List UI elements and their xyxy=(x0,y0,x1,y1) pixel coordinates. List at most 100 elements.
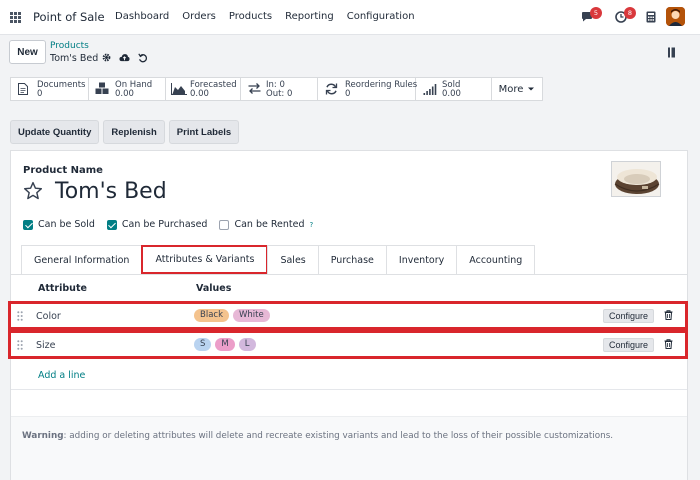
activity-badge: 8 xyxy=(624,7,636,19)
form-sheet: Product Name Tom's Bed Can be Sold Can b… xyxy=(8,150,688,480)
column-values[interactable]: Values xyxy=(196,283,231,294)
product-name-field[interactable]: Tom's Bed xyxy=(55,179,167,204)
smart-value: Out: 0 xyxy=(266,89,293,99)
messages-badge: 5 xyxy=(590,7,602,19)
smart-value: 0.00 xyxy=(190,89,209,99)
top-navbar: Point of Sale Dashboard Orders Products … xyxy=(0,0,700,35)
value-tag[interactable]: S xyxy=(194,338,212,351)
tab-sales[interactable]: Sales xyxy=(267,245,319,274)
warning-message: Warning: adding or deleting attributes w… xyxy=(22,431,613,441)
area-chart-icon xyxy=(171,83,187,95)
messages-tray[interactable]: 5 xyxy=(581,7,602,26)
trash-icon[interactable] xyxy=(664,339,673,349)
main-menu: Dashboard Orders Products Reporting Conf… xyxy=(115,11,415,22)
smart-label: Documents xyxy=(37,80,86,90)
record-actions xyxy=(102,53,148,63)
bookmark-icon[interactable] xyxy=(667,47,676,58)
menu-dashboard[interactable]: Dashboard xyxy=(115,11,169,22)
value-tag[interactable]: M xyxy=(215,338,235,351)
drag-handle-icon[interactable] xyxy=(17,311,23,321)
print-labels-button[interactable]: Print Labels xyxy=(168,120,240,144)
smart-value: 0 xyxy=(37,89,43,99)
in-out-smart-button[interactable]: In: 0 Out: 0 xyxy=(241,78,318,100)
attribute-name[interactable]: Color xyxy=(36,311,61,322)
warning-band xyxy=(11,416,687,480)
user-avatar[interactable] xyxy=(666,7,685,26)
column-attribute[interactable]: Attribute xyxy=(38,283,87,294)
can-be-purchased-checkbox[interactable]: Can be Purchased xyxy=(106,219,208,230)
checkbox-checked[interactable] xyxy=(23,219,33,230)
apps-grid-icon[interactable] xyxy=(10,12,21,23)
undo-icon[interactable] xyxy=(138,53,148,63)
attribute-values[interactable]: Black White xyxy=(194,309,270,322)
caret-down-icon xyxy=(528,87,535,91)
add-a-line-link[interactable]: Add a line xyxy=(38,370,85,381)
checkbox-label: Can be Sold xyxy=(38,219,95,230)
breadcrumb-products[interactable]: Products xyxy=(50,41,89,51)
table-row[interactable]: Color Black White Configure xyxy=(8,301,688,330)
menu-reporting[interactable]: Reporting xyxy=(285,11,334,22)
breadcrumb-current: Tom's Bed xyxy=(50,53,99,64)
help-tooltip-icon[interactable]: ? xyxy=(310,221,314,229)
header-action-buttons: Update Quantity Replenish Print Labels xyxy=(10,120,240,144)
tab-general-information[interactable]: General Information xyxy=(21,245,143,274)
value-tag[interactable]: White xyxy=(233,309,270,322)
refresh-icon xyxy=(325,83,338,95)
cloud-upload-icon[interactable] xyxy=(119,53,130,62)
value-tag[interactable]: Black xyxy=(194,309,229,322)
signal-icon xyxy=(423,84,437,95)
more-label: More xyxy=(498,83,524,95)
app-name[interactable]: Point of Sale xyxy=(33,10,105,24)
more-smart-button[interactable]: More xyxy=(492,78,542,100)
sold-smart-button[interactable]: Sold 0.00 xyxy=(416,78,492,100)
gear-icon[interactable] xyxy=(102,53,111,62)
replenish-button[interactable]: Replenish xyxy=(103,120,165,144)
new-button[interactable]: New xyxy=(9,40,46,64)
product-image[interactable] xyxy=(611,161,661,197)
can-be-sold-checkbox[interactable]: Can be Sold xyxy=(23,219,95,230)
star-icon[interactable] xyxy=(23,181,43,201)
checkbox-label: Can be Rented xyxy=(234,219,305,230)
file-icon xyxy=(18,83,28,95)
checkbox-checked[interactable] xyxy=(106,219,117,230)
table-row[interactable]: Size S M L Configure xyxy=(8,330,688,359)
cubes-icon xyxy=(95,82,109,94)
smart-value: 0.00 xyxy=(442,89,461,99)
on-hand-smart-button[interactable]: On Hand 0.00 xyxy=(89,78,166,100)
tabs-divider xyxy=(11,274,687,275)
warning-text: : adding or deleting attributes will del… xyxy=(63,431,614,441)
tab-attributes-variants[interactable]: Attributes & Variants xyxy=(141,245,269,274)
drag-handle-icon[interactable] xyxy=(17,340,23,350)
can-be-rented-checkbox[interactable]: Can be Rented? xyxy=(219,219,313,230)
tab-purchase[interactable]: Purchase xyxy=(317,245,387,274)
checkbox-unchecked[interactable] xyxy=(219,219,230,230)
warning-label: Warning xyxy=(22,431,64,441)
smart-value: 0 xyxy=(345,89,351,99)
attribute-name[interactable]: Size xyxy=(36,340,56,351)
tab-accounting[interactable]: Accounting xyxy=(456,245,536,274)
smart-buttons-bar: Documents 0 On Hand 0.00 Forecasted 0.00… xyxy=(10,77,543,101)
table-bottom-divider xyxy=(11,389,687,390)
attributes-table-header: Attribute Values xyxy=(11,278,687,300)
menu-orders[interactable]: Orders xyxy=(182,11,216,22)
trash-icon[interactable] xyxy=(664,310,673,320)
configure-button[interactable]: Configure xyxy=(603,309,655,323)
product-flags: Can be Sold Can be Purchased Can be Rent… xyxy=(23,219,313,230)
reordering-rules-smart-button[interactable]: Reordering Rules 0 xyxy=(318,78,418,100)
menu-configuration[interactable]: Configuration xyxy=(347,11,415,22)
smart-value: 0.00 xyxy=(115,89,134,99)
configure-button[interactable]: Configure xyxy=(603,338,655,352)
forecasted-smart-button[interactable]: Forecasted 0.00 xyxy=(166,78,241,100)
tab-inventory[interactable]: Inventory xyxy=(385,245,458,274)
checkbox-label: Can be Purchased xyxy=(121,219,208,230)
calculator-tray[interactable] xyxy=(646,11,656,26)
attribute-values[interactable]: S M L xyxy=(194,338,256,351)
exchange-icon xyxy=(248,83,261,94)
update-quantity-button[interactable]: Update Quantity xyxy=(10,120,100,144)
smart-label: Reordering Rules xyxy=(345,80,418,90)
activity-tray[interactable]: 8 xyxy=(615,7,636,26)
control-panel: New Products Tom's Bed xyxy=(0,35,700,72)
menu-products[interactable]: Products xyxy=(229,11,272,22)
documents-smart-button[interactable]: Documents 0 xyxy=(11,78,89,100)
value-tag[interactable]: L xyxy=(238,338,256,351)
